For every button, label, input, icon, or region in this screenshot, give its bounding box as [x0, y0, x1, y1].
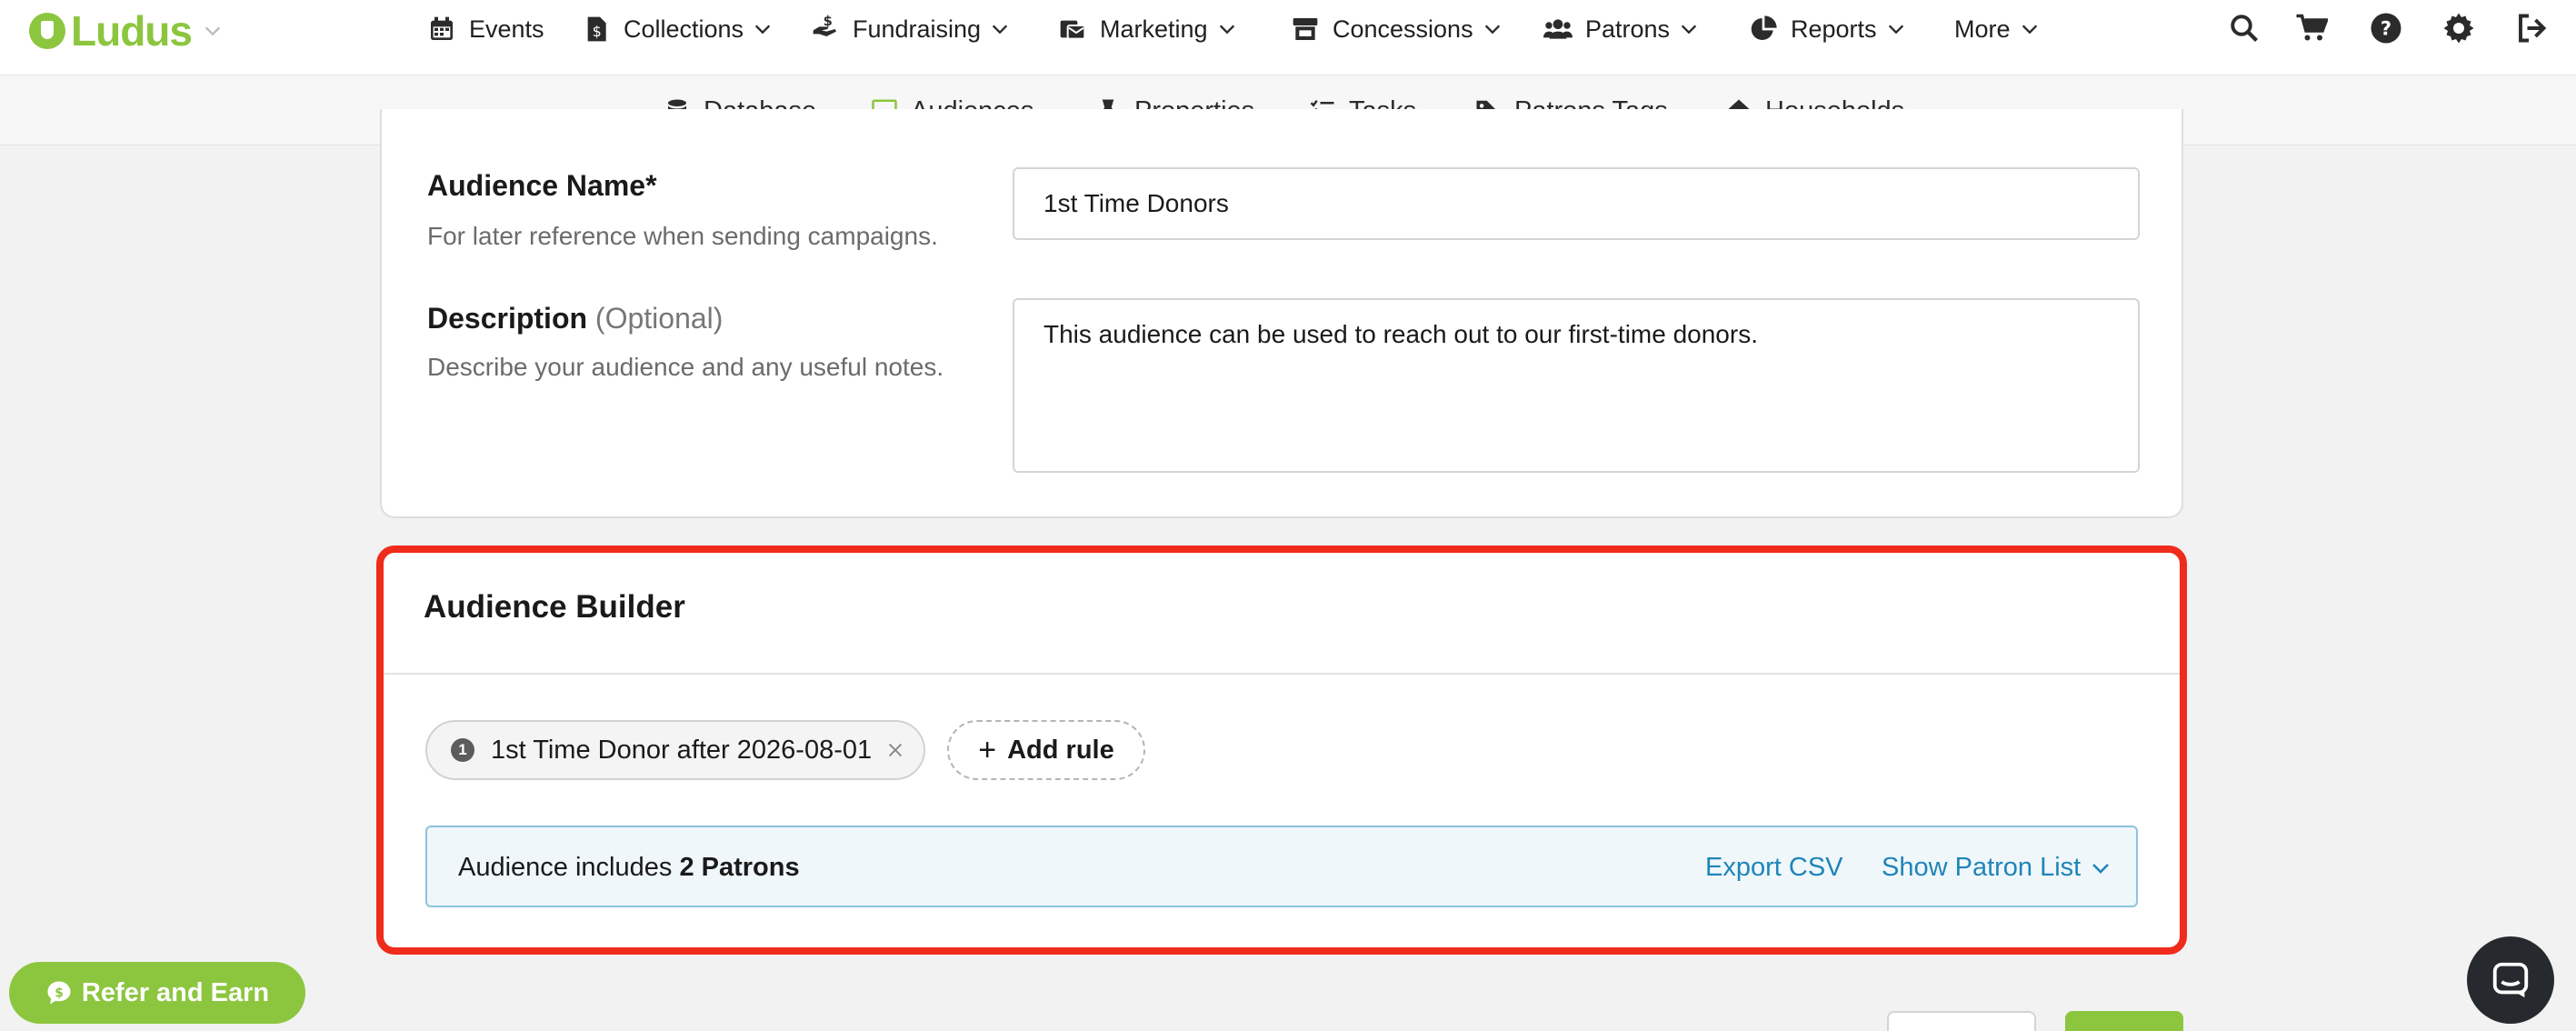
nav-marketing-label: Marketing — [1100, 15, 1208, 43]
audience-details-card: Audience Name* For later reference when … — [380, 109, 2183, 518]
show-patron-list-label: Show Patron List — [1882, 853, 2082, 882]
hand-donation-icon: $ — [813, 15, 836, 36]
secondary-button[interactable] — [1887, 1011, 2036, 1031]
rule-label: 1st Time Donor after 2026-08-01 — [491, 735, 873, 765]
nav-fundraising-label: Fundraising — [853, 15, 982, 43]
ludus-logo-mark — [29, 13, 65, 49]
top-navbar: Ludus Events $ Collections $ Fundraising… — [0, 0, 2576, 75]
chevron-down-icon — [205, 26, 221, 36]
nav-more-label: More — [1954, 15, 2011, 43]
patron-count: 2 Patrons — [679, 853, 800, 882]
store-icon — [1293, 18, 1318, 40]
chevron-down-icon — [2092, 863, 2110, 874]
audience-builder-title: Audience Builder — [424, 589, 685, 625]
chevron-down-icon — [1219, 25, 1234, 35]
chevron-down-icon — [2022, 25, 2037, 35]
close-icon[interactable] — [880, 735, 911, 766]
audience-name-input[interactable] — [1013, 167, 2140, 240]
description-label: Description (Optional) — [427, 302, 723, 335]
add-rule-label: Add rule — [1007, 735, 1114, 765]
nav-concessions[interactable]: Concessions — [1291, 5, 1503, 53]
add-rule-button[interactable]: + Add rule — [947, 720, 1145, 780]
nav-patrons[interactable]: Patrons — [1543, 5, 1699, 53]
chevron-down-icon — [754, 25, 771, 35]
nav-concessions-label: Concessions — [1333, 15, 1473, 43]
description-optional: (Optional) — [594, 302, 724, 335]
nav-collections-label: Collections — [624, 15, 744, 43]
search-icon[interactable] — [2227, 11, 2261, 45]
nav-patrons-label: Patrons — [1585, 15, 1671, 43]
rule-number-badge: 1 — [451, 738, 474, 762]
export-csv-link[interactable]: Export CSV — [1705, 853, 1843, 883]
ludus-logo[interactable]: Ludus — [29, 5, 223, 56]
nav-collections[interactable]: $ Collections — [582, 5, 773, 53]
help-icon[interactable]: ? — [2369, 11, 2403, 45]
primary-button[interactable] — [2065, 1011, 2183, 1031]
logout-icon[interactable] — [2514, 11, 2549, 45]
svg-text:$: $ — [55, 986, 64, 1000]
nav-marketing[interactable]: Marketing — [1058, 5, 1237, 53]
nav-reports-label: Reports — [1791, 15, 1877, 43]
summary-prefix: Audience includes — [458, 853, 673, 882]
nav-reports[interactable]: Reports — [1749, 5, 1906, 53]
nav-events-label: Events — [469, 15, 544, 43]
audience-summary-text: Audience includes 2 Patrons — [458, 853, 800, 883]
svg-text:?: ? — [2381, 18, 2391, 40]
chat-dollar-icon: $ — [47, 981, 71, 1005]
collections-icon: $ — [587, 16, 606, 42]
marketing-icon — [1060, 20, 1086, 40]
pie-chart-icon — [1751, 15, 1777, 40]
nav-fundraising[interactable]: $ Fundraising — [811, 5, 1010, 53]
plus-icon: + — [978, 733, 997, 767]
svg-text:$: $ — [593, 23, 602, 40]
nav-events[interactable]: Events — [427, 5, 544, 53]
brand-name: Ludus — [71, 7, 193, 55]
chevron-down-icon — [1888, 25, 1903, 35]
audience-rule-chip[interactable]: 1 1st Time Donor after 2026-08-01 — [425, 720, 925, 780]
description-textarea[interactable]: This audience can be used to reach out t… — [1013, 298, 2140, 473]
chevron-down-icon — [992, 25, 1008, 35]
calendar-icon — [431, 16, 453, 40]
audience-name-label: Audience Name* — [427, 169, 657, 202]
svg-text:$: $ — [824, 15, 833, 29]
refer-and-earn-label: Refer and Earn — [81, 977, 270, 1007]
chevron-down-icon — [1681, 25, 1697, 35]
cart-icon[interactable] — [2294, 11, 2329, 45]
settings-icon[interactable] — [2441, 11, 2476, 45]
users-icon — [1543, 19, 1573, 39]
divider — [382, 673, 2182, 675]
audience-name-help: For later reference when sending campaig… — [427, 222, 938, 250]
description-help: Describe your audience and any useful no… — [427, 353, 944, 381]
nav-more[interactable]: More — [1954, 5, 2040, 53]
description-label-text: Description — [427, 302, 588, 335]
audience-summary-bar: Audience includes 2 Patrons Export CSV S… — [425, 826, 2138, 907]
show-patron-list-link[interactable]: Show Patron List — [1882, 853, 2112, 883]
chevron-down-icon — [1484, 25, 1500, 35]
chat-launcher-button[interactable] — [2467, 936, 2554, 1024]
chat-icon — [2492, 962, 2529, 998]
refer-and-earn-button[interactable]: $ Refer and Earn — [9, 962, 305, 1024]
